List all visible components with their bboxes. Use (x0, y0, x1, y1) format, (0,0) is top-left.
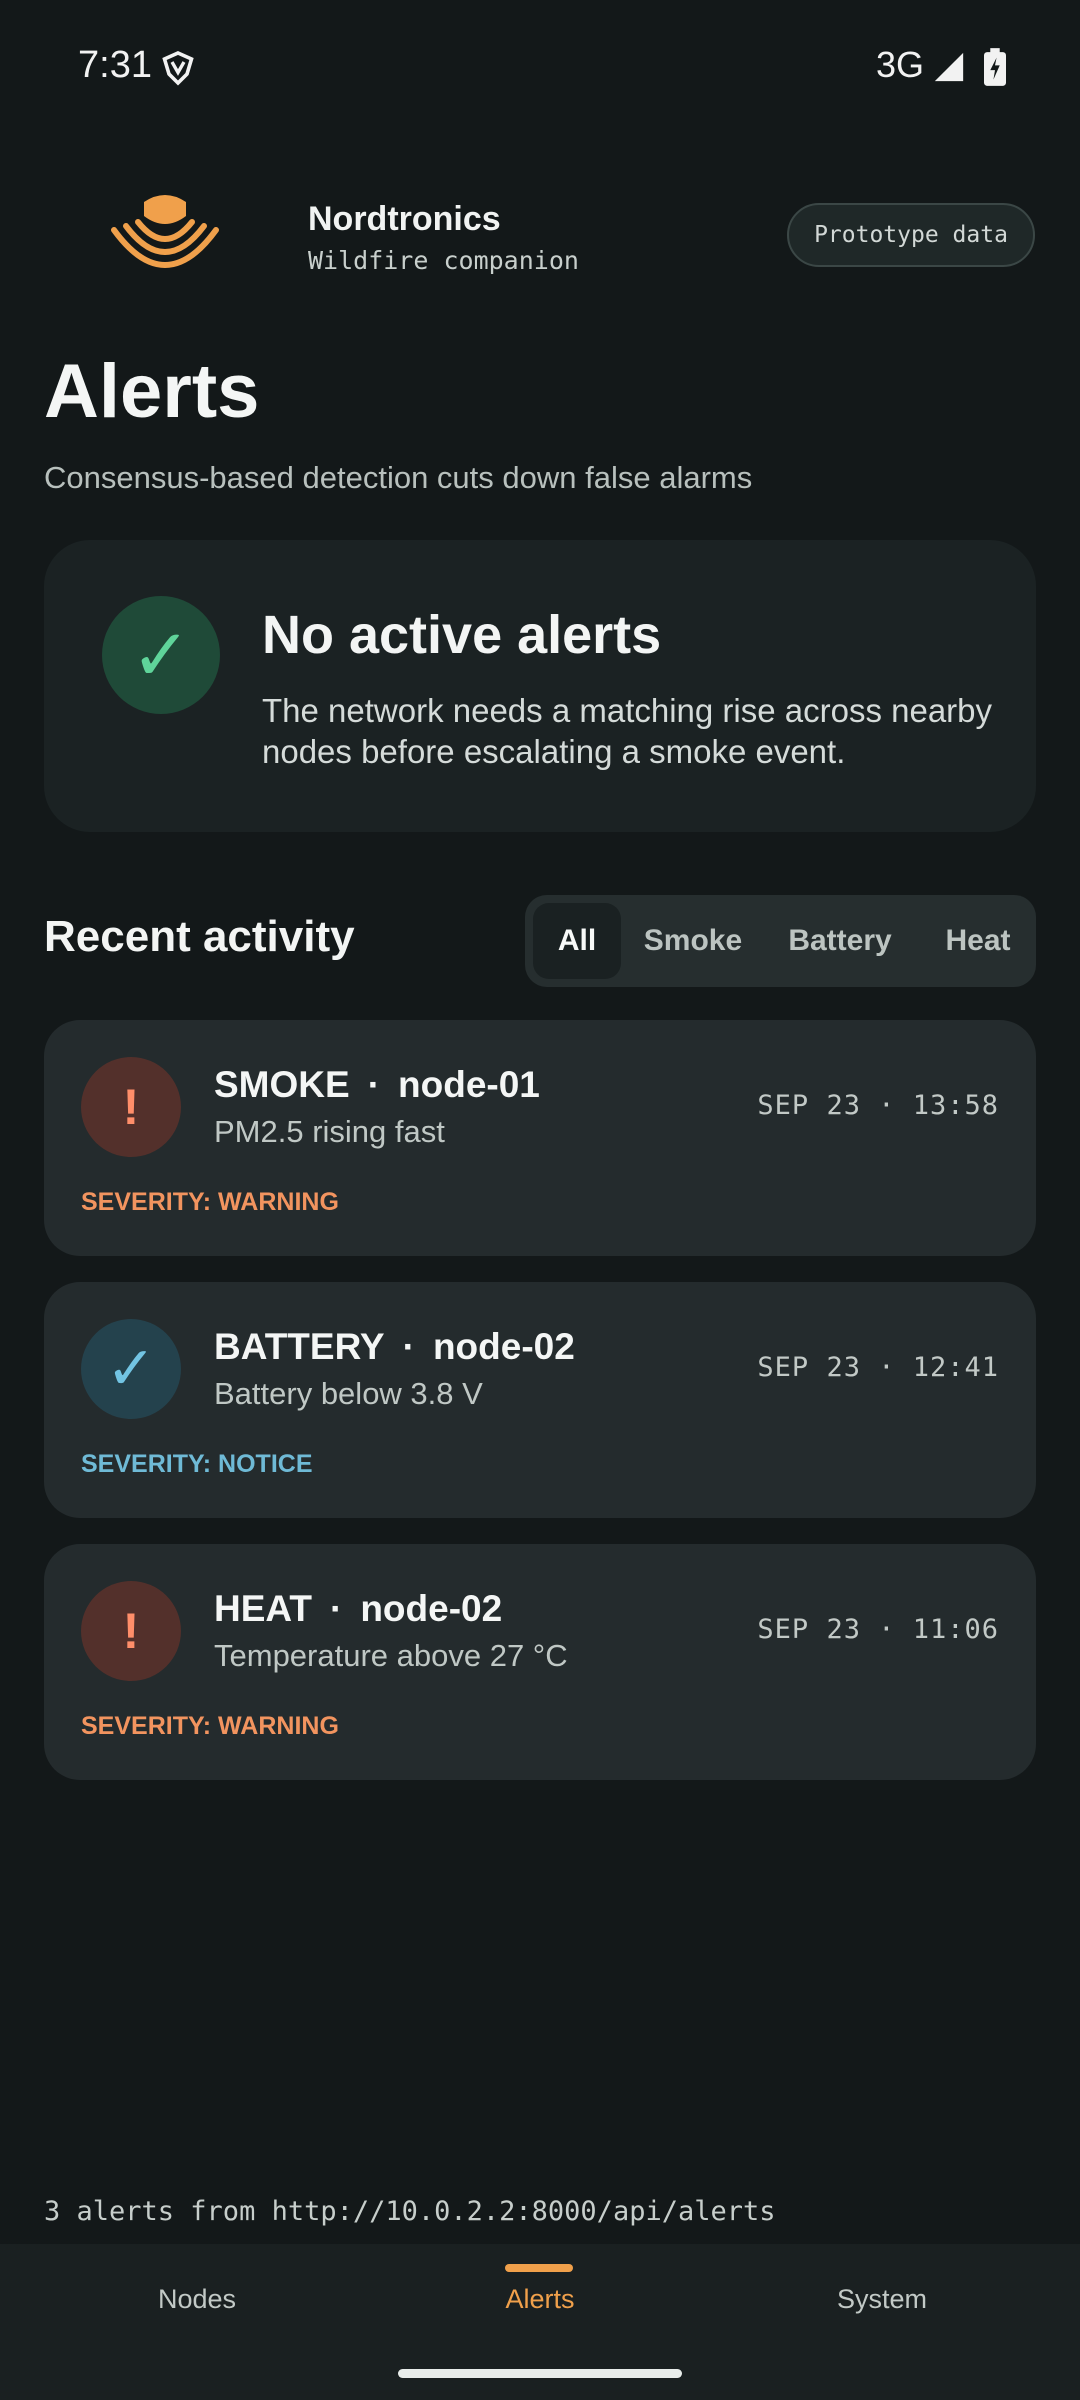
activity-type: BATTERY (214, 1326, 385, 1367)
activity-heading: HEAT · node-02 (214, 1588, 502, 1630)
activity-timestamp: SEP 23 · 13:58 (757, 1090, 999, 1121)
filter-all-tab[interactable]: All (533, 903, 621, 979)
filter-battery-tab[interactable]: Battery (775, 903, 905, 979)
activity-node: node-01 (398, 1064, 540, 1105)
separator: · (329, 1588, 343, 1629)
activity-card-heat[interactable]: ! HEAT · node-02 Temperature above 27 °C S… (44, 1544, 1036, 1780)
activity-heading: SMOKE · node-01 (214, 1064, 540, 1106)
no-alerts-card: ✓ No active alerts The network needs a m… (44, 540, 1036, 832)
activity-node: node-02 (432, 1326, 575, 1367)
status-card-title: No active alerts (262, 605, 662, 665)
brand-subtitle: Wildfire companion (308, 246, 579, 275)
nav-system[interactable]: System (732, 2284, 1032, 2315)
check-icon: ✓ (102, 596, 220, 714)
brand-name: Nordtronics (308, 200, 501, 238)
activity-card-battery[interactable]: ✓ BATTERY · node-02 Battery below 3.8 V SE… (44, 1282, 1036, 1518)
activity-heading: BATTERY · node-02 (214, 1326, 575, 1368)
status-card-description: The network needs a matching rise across… (262, 692, 993, 770)
activity-type: HEAT (214, 1588, 312, 1629)
activity-type: SMOKE (214, 1064, 350, 1105)
activity-description: PM2.5 rising fast (214, 1114, 445, 1149)
warning-icon: ! (81, 1057, 181, 1157)
home-indicator[interactable] (398, 2369, 682, 2378)
nav-alerts[interactable]: Alerts (390, 2284, 690, 2315)
filter-heat-tab[interactable]: Heat (925, 903, 1031, 979)
severity-label: SEVERITY: WARNING (81, 1712, 339, 1740)
warning-icon: ! (81, 1581, 181, 1681)
severity-label: SEVERITY: NOTICE (81, 1450, 313, 1478)
network-type: 3G (876, 44, 925, 85)
separator: · (367, 1064, 381, 1105)
prototype-data-chip[interactable]: Prototype data (787, 203, 1035, 267)
status-bar: 7:31 3G (0, 0, 1080, 135)
activity-node: node-02 (360, 1588, 503, 1629)
nav-nodes[interactable]: Nodes (47, 2284, 347, 2315)
alerts-source-note: 3 alerts from http://10.0.2.2:8000/api/a… (44, 2196, 776, 2227)
check-icon: ✓ (81, 1319, 181, 1419)
separator: · (402, 1326, 415, 1367)
active-tab-indicator (505, 2264, 573, 2272)
activity-timestamp: SEP 23 · 11:06 (757, 1614, 999, 1645)
severity-label: SEVERITY: WARNING (81, 1188, 339, 1216)
activity-description: Temperature above 27 °C (214, 1638, 568, 1673)
page-title: Alerts (44, 349, 260, 434)
status-time: 7:31 (78, 44, 152, 86)
activity-timestamp: SEP 23 · 12:41 (757, 1352, 999, 1383)
activity-card-smoke[interactable]: ! SMOKE · node-01 PM2.5 rising fast SEP 23… (44, 1020, 1036, 1256)
bottom-nav: Nodes Alerts System (0, 2244, 1080, 2400)
battery-charging-icon (984, 48, 1006, 86)
nordtronics-logo (111, 195, 219, 268)
vpn-icon (162, 51, 194, 86)
activity-filter-tabs: All Smoke Battery Heat (525, 895, 1036, 987)
recent-activity-title: Recent activity (44, 912, 355, 961)
signal-icon (934, 52, 964, 82)
filter-smoke-tab[interactable]: Smoke (633, 903, 753, 979)
page-subtitle: Consensus-based detection cuts down fals… (44, 460, 753, 495)
activity-description: Battery below 3.8 V (214, 1376, 483, 1411)
